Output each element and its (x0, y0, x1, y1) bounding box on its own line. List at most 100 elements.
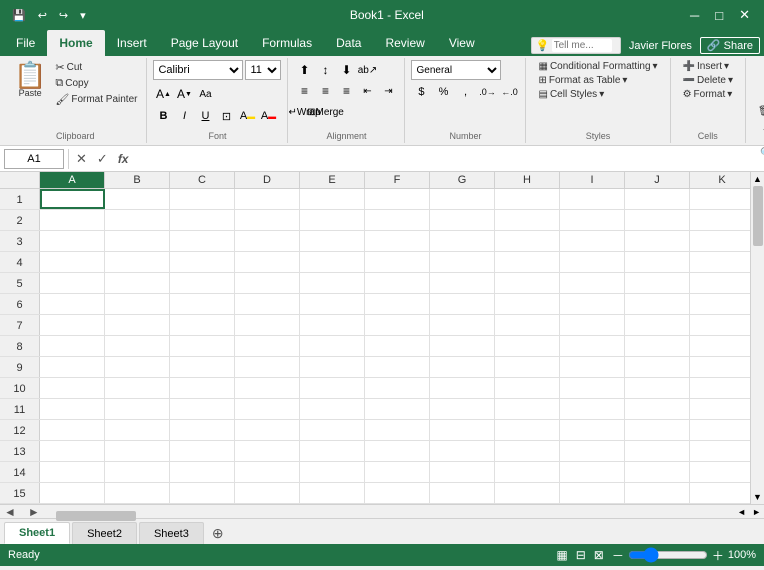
number-format-select[interactable]: General Number Currency (411, 60, 501, 80)
format-painter-button[interactable]: 🖌Format Painter (52, 92, 140, 107)
decrease-font-button[interactable]: A▼ (174, 84, 194, 104)
cell-B10[interactable] (105, 378, 170, 398)
find-select-button[interactable]: 🔍Find▾ (754, 144, 764, 163)
fill-button[interactable]: ⬇Fill▾ (760, 81, 764, 100)
cell-J15[interactable] (625, 483, 690, 503)
cell-E5[interactable] (300, 273, 365, 293)
cell-K12[interactable] (690, 420, 750, 440)
bold-button[interactable]: B (153, 106, 173, 126)
cell-styles-button[interactable]: ▤ Cell Styles ▾ (532, 88, 610, 101)
cell-E13[interactable] (300, 441, 365, 461)
cell-D11[interactable] (235, 399, 300, 419)
cell-I10[interactable] (560, 378, 625, 398)
cell-B15[interactable] (105, 483, 170, 503)
cell-F5[interactable] (365, 273, 430, 293)
scroll-down-button[interactable]: ▼ (753, 492, 762, 504)
cell-A14[interactable] (40, 462, 105, 482)
cell-E7[interactable] (300, 315, 365, 335)
cell-D14[interactable] (235, 462, 300, 482)
cell-E11[interactable] (300, 399, 365, 419)
cell-H7[interactable] (495, 315, 560, 335)
cell-G10[interactable] (430, 378, 495, 398)
cell-G8[interactable] (430, 336, 495, 356)
row-number-11[interactable]: 11 (0, 399, 40, 419)
cell-J14[interactable] (625, 462, 690, 482)
cell-J2[interactable] (625, 210, 690, 230)
delete-button[interactable]: ➖ Delete ▾ (677, 74, 739, 87)
tell-me-input[interactable] (552, 39, 612, 52)
cell-G2[interactable] (430, 210, 495, 230)
col-header-B[interactable]: B (105, 172, 170, 188)
cell-F3[interactable] (365, 231, 430, 251)
tab-formulas[interactable]: Formulas (250, 30, 324, 56)
cell-E9[interactable] (300, 357, 365, 377)
cell-F11[interactable] (365, 399, 430, 419)
scroll-up-button[interactable]: ▲ (753, 174, 762, 184)
cell-J5[interactable] (625, 273, 690, 293)
cell-K13[interactable] (690, 441, 750, 461)
cell-C8[interactable] (170, 336, 235, 356)
cell-F6[interactable] (365, 294, 430, 314)
cell-E14[interactable] (300, 462, 365, 482)
cell-G6[interactable] (430, 294, 495, 314)
cell-A3[interactable] (40, 231, 105, 251)
cell-H14[interactable] (495, 462, 560, 482)
normal-view-button[interactable]: ▦ (556, 548, 567, 562)
cell-D8[interactable] (235, 336, 300, 356)
cell-D9[interactable] (235, 357, 300, 377)
cell-I4[interactable] (560, 252, 625, 272)
copy-button[interactable]: ⧉Copy (52, 76, 140, 91)
cell-A12[interactable] (40, 420, 105, 440)
cell-I15[interactable] (560, 483, 625, 503)
col-header-D[interactable]: D (235, 172, 300, 188)
cell-F9[interactable] (365, 357, 430, 377)
minimize-button[interactable]: ─ (684, 6, 705, 25)
cell-C6[interactable] (170, 294, 235, 314)
cell-F8[interactable] (365, 336, 430, 356)
cell-C12[interactable] (170, 420, 235, 440)
cell-J12[interactable] (625, 420, 690, 440)
cell-H4[interactable] (495, 252, 560, 272)
row-number-7[interactable]: 7 (0, 315, 40, 335)
row-number-9[interactable]: 9 (0, 357, 40, 377)
cell-F10[interactable] (365, 378, 430, 398)
close-button[interactable]: ✕ (733, 5, 756, 25)
cell-B8[interactable] (105, 336, 170, 356)
cell-I12[interactable] (560, 420, 625, 440)
cell-A11[interactable] (40, 399, 105, 419)
clear-formatting-button[interactable]: Aa (195, 84, 215, 104)
underline-button[interactable]: U (195, 106, 215, 126)
insert-button[interactable]: ➕ Insert ▾ (677, 60, 736, 73)
cell-J10[interactable] (625, 378, 690, 398)
col-header-C[interactable]: C (170, 172, 235, 188)
format-button[interactable]: ⚙ Format ▾ (677, 88, 739, 101)
cell-B6[interactable] (105, 294, 170, 314)
col-header-H[interactable]: H (495, 172, 560, 188)
cell-K9[interactable] (690, 357, 750, 377)
formula-input[interactable] (135, 149, 760, 169)
cell-C4[interactable] (170, 252, 235, 272)
cell-E3[interactable] (300, 231, 365, 251)
cell-D10[interactable] (235, 378, 300, 398)
cell-G14[interactable] (430, 462, 495, 482)
tab-data[interactable]: Data (324, 30, 373, 56)
undo-icon[interactable]: ↩ (34, 7, 51, 24)
fill-color-button[interactable]: A▬ (237, 106, 257, 126)
cell-I9[interactable] (560, 357, 625, 377)
sheet-tab-sheet3[interactable]: Sheet3 (139, 522, 204, 544)
cell-J4[interactable] (625, 252, 690, 272)
cell-K1[interactable] (690, 189, 750, 209)
font-size-select[interactable]: 11 (245, 60, 281, 80)
merge-center-button[interactable]: ⊞Merge (315, 102, 335, 122)
cell-J3[interactable] (625, 231, 690, 251)
cell-C11[interactable] (170, 399, 235, 419)
cell-K10[interactable] (690, 378, 750, 398)
increase-decimal-button[interactable]: .0→ (477, 82, 497, 102)
cell-H10[interactable] (495, 378, 560, 398)
tab-file[interactable]: File (4, 30, 47, 56)
left-align-button[interactable]: ≡ (294, 81, 314, 101)
cell-C15[interactable] (170, 483, 235, 503)
cell-E2[interactable] (300, 210, 365, 230)
zoom-in-button[interactable]: ＋ (712, 547, 724, 564)
cell-A2[interactable] (40, 210, 105, 230)
